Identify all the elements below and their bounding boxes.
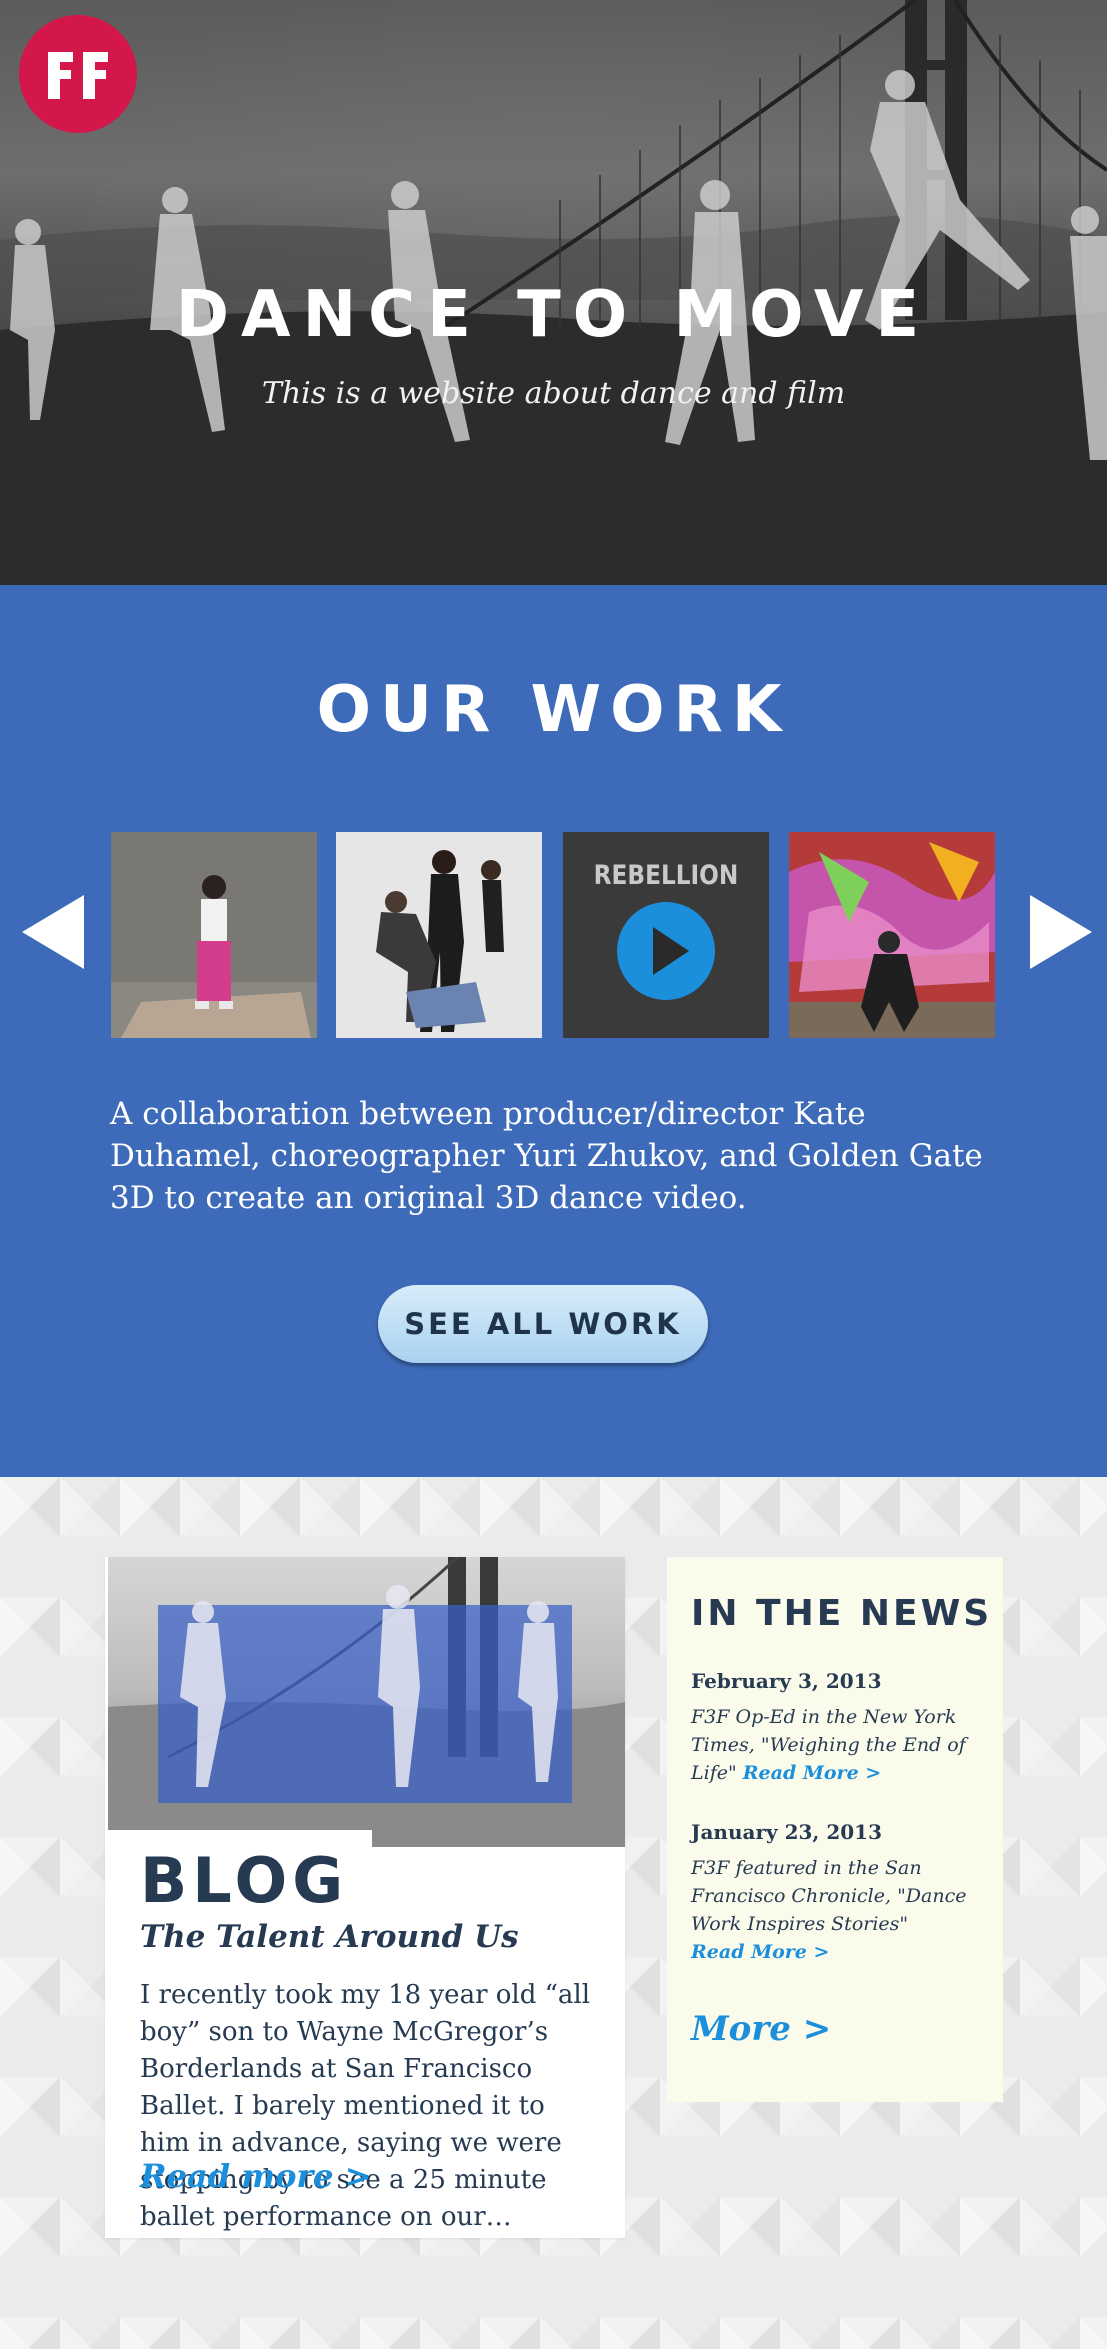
- work-thumbnail-rebellion-video[interactable]: REBELLION: [563, 832, 769, 1038]
- news-date: February 3, 2013: [691, 1669, 882, 1693]
- graffiti-dancer-photo-icon: [789, 832, 995, 1038]
- our-work-title: OUR WORK: [316, 673, 791, 747]
- blog-read-more-link[interactable]: Read more >: [140, 2157, 372, 2195]
- ff-logo-icon: [48, 52, 108, 99]
- news-date: January 23, 2013: [691, 1820, 883, 1844]
- dancer-photo-icon: [111, 832, 317, 1038]
- video-title: REBELLION: [593, 860, 739, 891]
- blog-excerpt: I recently took my 18 year old “all boy”…: [140, 1980, 591, 2232]
- news-read-more-link[interactable]: Read More >: [743, 1762, 881, 1784]
- blog-image[interactable]: [108, 1557, 625, 1847]
- news-heading: IN THE NEWS: [691, 1593, 993, 1634]
- work-description: A collaboration between producer/directo…: [110, 1096, 983, 1216]
- news-read-more-link[interactable]: Read More >: [691, 1941, 829, 1963]
- news-more-link[interactable]: More >: [691, 2009, 831, 2049]
- see-all-work-button[interactable]: SEE ALL WORK: [378, 1285, 708, 1363]
- blog-photo-icon: [108, 1557, 625, 1847]
- hero-subtitle: This is a website about dance and film: [261, 376, 846, 411]
- hero-banner: DANCE TO MOVE This is a website about da…: [0, 0, 1107, 585]
- news-item: January 23, 2013 F3F featured in the San…: [691, 1820, 991, 1966]
- video-play-icon[interactable]: [617, 902, 715, 1000]
- carousel-next-arrow-icon[interactable]: [1030, 895, 1092, 969]
- carousel-prev-arrow-icon[interactable]: [22, 895, 84, 969]
- our-work-section: OUR WORK REBELLION A collaboration betwe…: [0, 585, 1107, 1477]
- news-summary: F3F featured in the San Francisco Chroni…: [691, 1857, 967, 1935]
- blog-heading: BLOG: [140, 1844, 349, 1917]
- news-item: February 3, 2013 F3F Op-Ed in the New Yo…: [691, 1669, 991, 1787]
- blog-news-section: BLOG The Talent Around Us I recently too…: [0, 1477, 1107, 2349]
- work-thumbnail-dancer[interactable]: [111, 832, 317, 1038]
- work-thumbnail-graffiti[interactable]: [789, 832, 995, 1038]
- blog-post-title[interactable]: The Talent Around Us: [140, 1919, 600, 1955]
- blog-card: BLOG The Talent Around Us I recently too…: [105, 1557, 625, 2238]
- brand-logo[interactable]: [19, 15, 137, 133]
- news-card: IN THE NEWS February 3, 2013 F3F Op-Ed i…: [667, 1557, 1003, 2102]
- news-text: F3F featured in the San Francisco Chroni…: [691, 1854, 991, 1966]
- news-text: F3F Op-Ed in the New York Times, "Weighi…: [691, 1703, 991, 1787]
- group-dance-photo-icon: [336, 832, 542, 1038]
- work-thumbnail-group[interactable]: [336, 832, 542, 1038]
- hero-title: DANCE TO MOVE: [175, 278, 932, 352]
